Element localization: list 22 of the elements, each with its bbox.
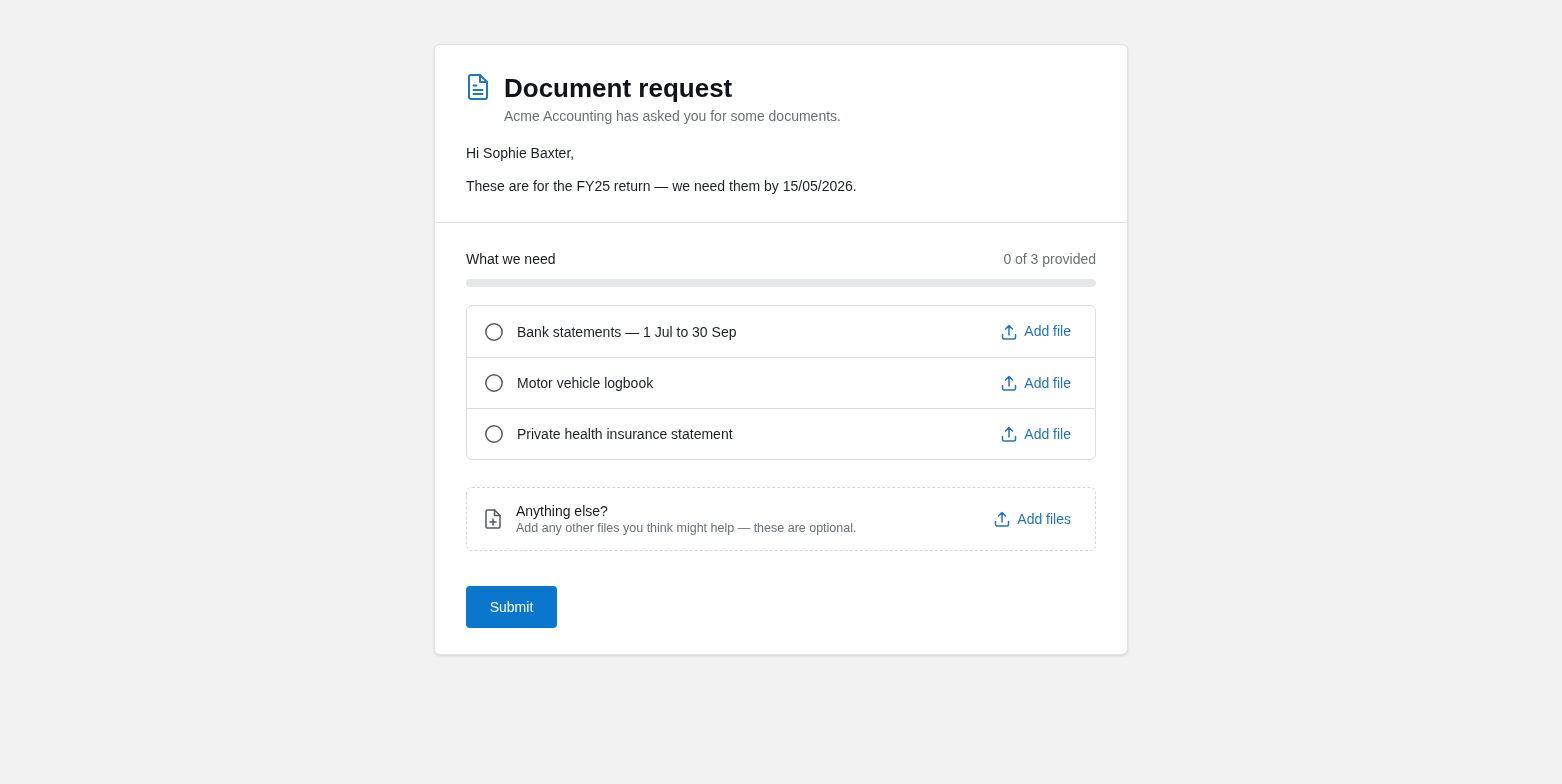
progress-count: 0 of 3 provided [1003, 250, 1096, 269]
section-heading: What we need [466, 250, 556, 269]
add-file-button[interactable]: Add file [1001, 423, 1071, 445]
requirement-label: Private health insurance statement [517, 425, 734, 444]
optional-description: Add any other files you think might help — these are optional. [516, 519, 858, 537]
upload-icon [1001, 323, 1018, 340]
upload-icon [1001, 426, 1018, 442]
upload-icon [1001, 375, 1018, 391]
submit-button[interactable]: Submit [466, 586, 557, 628]
document-icon [466, 74, 490, 100]
add-file-button[interactable]: Add file [1001, 372, 1071, 394]
message-text: These are for the FY25 return — we need them by 15/05/2026. [466, 177, 858, 196]
upload-icon [994, 511, 1011, 527]
file-plus-icon [485, 509, 501, 529]
requirement-label: Bank statements — 1 Jul to 30 Sep [517, 322, 738, 342]
page-title: Document request [504, 73, 734, 103]
add-files-button[interactable]: Add files [994, 508, 1071, 530]
add-file-button[interactable]: Add file [1001, 321, 1071, 342]
requirement-label: Motor vehicle logbook [517, 374, 655, 393]
optional-title: Anything else? [516, 501, 609, 520]
page-subtitle: Acme Accounting has asked you for some documents. [504, 107, 841, 126]
greeting-text: Hi Sophie Baxter, [466, 144, 576, 163]
